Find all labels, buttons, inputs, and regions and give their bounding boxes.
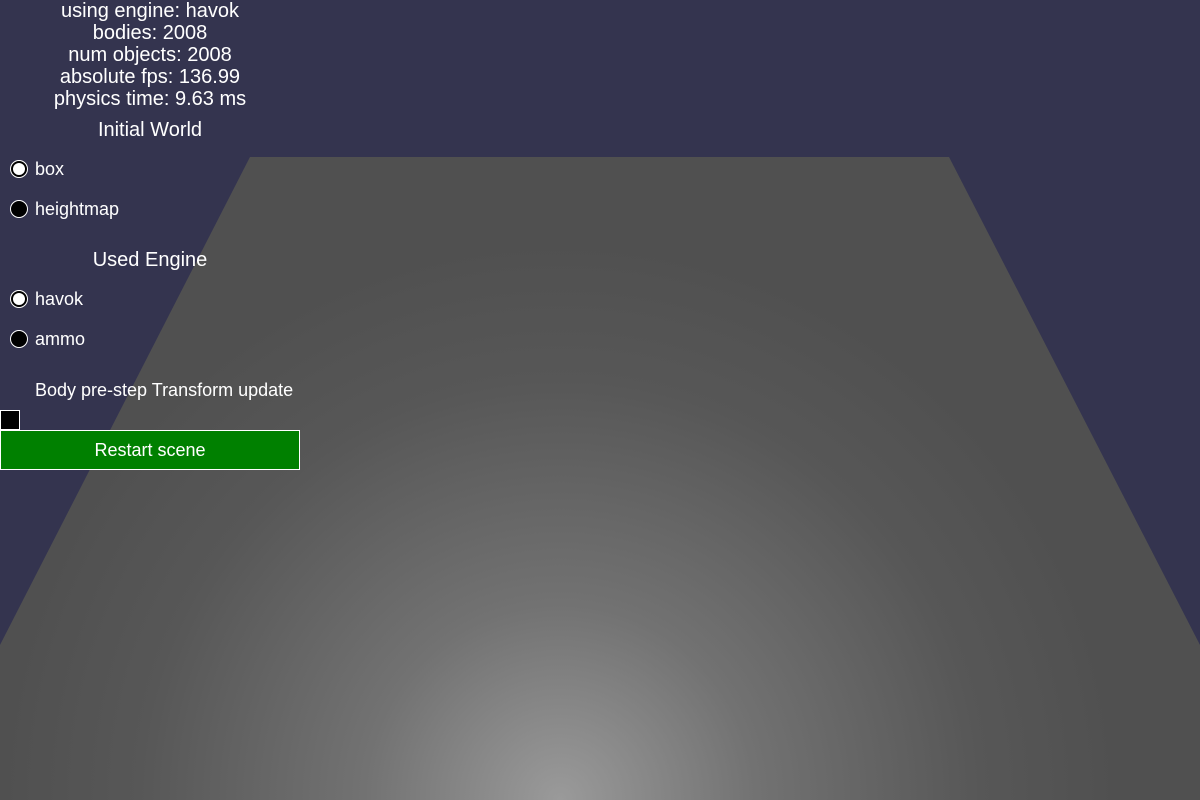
restart-scene-button[interactable]: Restart scene	[0, 430, 300, 470]
engine-option-label: havok	[35, 289, 84, 309]
world-option-label: box	[35, 159, 65, 179]
scene-canvas[interactable]: using engine: havok bodies: 2008 num obj…	[0, 0, 1200, 800]
initial-world-header: Initial World	[97, 119, 203, 141]
world-radio-heightmap[interactable]	[10, 200, 28, 218]
engine-stat: using engine: havok	[61, 0, 239, 22]
world-radio-box[interactable]	[10, 160, 28, 178]
world-option-box[interactable]: box	[0, 150, 300, 190]
world-option-heightmap[interactable]: heightmap	[0, 190, 300, 230]
used-engine-header: Used Engine	[92, 249, 208, 271]
physics-time-stat: physics time: 9.63 ms	[53, 88, 247, 110]
engine-option-ammo[interactable]: ammo	[0, 320, 300, 360]
world-option-label: heightmap	[35, 199, 120, 219]
engine-radio-ammo[interactable]	[10, 330, 28, 348]
transform-update-checkbox[interactable]	[0, 410, 20, 430]
engine-option-havok[interactable]: havok	[0, 280, 300, 320]
engine-option-label: ammo	[35, 329, 86, 349]
engine-radio-havok[interactable]	[10, 290, 28, 308]
bodies-stat: bodies: 2008	[92, 22, 208, 44]
transform-update-label: Body pre-step Transform update	[35, 380, 294, 400]
objects-stat: num objects: 2008	[68, 44, 232, 66]
fps-stat: absolute fps: 136.99	[59, 66, 241, 88]
